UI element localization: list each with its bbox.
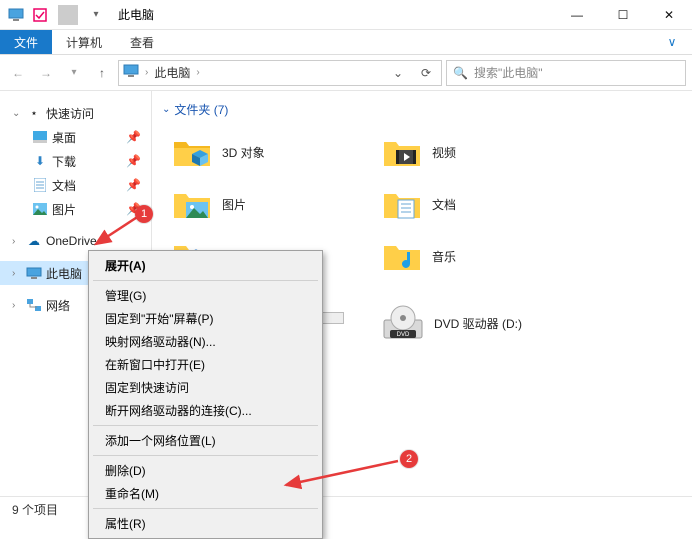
picture-icon: [32, 201, 48, 217]
breadcrumb[interactable]: 此电脑: [154, 64, 190, 81]
context-menu: 展开(A) 管理(G) 固定到"开始"屏幕(P) 映射网络驱动器(N)... 在…: [88, 250, 323, 539]
tree-documents[interactable]: 文档 📌: [0, 173, 151, 197]
minimize-button[interactable]: —: [554, 0, 600, 30]
tree-label: 此电脑: [46, 265, 82, 282]
3d-objects-icon: [172, 132, 212, 172]
desktop-icon: [32, 129, 48, 145]
ctx-map-drive[interactable]: 映射网络驱动器(N)...: [91, 330, 320, 353]
ctx-delete[interactable]: 删除(D): [91, 459, 320, 482]
window-title: 此电脑: [118, 6, 154, 23]
back-button[interactable]: ←: [6, 61, 30, 85]
app-icon: [6, 5, 26, 25]
ctx-new-window[interactable]: 在新窗口中打开(E): [91, 353, 320, 376]
pc-icon: [123, 64, 139, 81]
view-tab[interactable]: 查看: [116, 30, 168, 54]
cloud-icon: ☁: [26, 233, 42, 249]
qat-properties-icon[interactable]: [30, 5, 50, 25]
ctx-disconnect[interactable]: 断开网络驱动器的连接(C)...: [91, 399, 320, 422]
folder-label: 文档: [432, 196, 456, 213]
tree-label: 文档: [52, 177, 76, 194]
tree-desktop[interactable]: 桌面 📌: [0, 125, 151, 149]
ctx-separator: [93, 425, 318, 426]
tree-label: 下载: [52, 153, 76, 170]
callout-2: 2: [400, 450, 418, 468]
pc-icon: [26, 265, 42, 281]
svg-text:DVD: DVD: [397, 332, 410, 338]
folder-videos[interactable]: 视频: [372, 126, 582, 178]
videos-icon: [382, 132, 422, 172]
title-bar: ▾ 此电脑 — ☐ ✕: [0, 0, 692, 30]
pin-icon: 📌: [126, 130, 141, 144]
tree-label: 快速访问: [46, 105, 94, 122]
callout-1: 1: [135, 205, 153, 223]
address-bar[interactable]: › 此电脑 › ⌄ ⟳: [118, 60, 442, 86]
search-input[interactable]: 🔍 搜索"此电脑": [446, 60, 686, 86]
address-dropdown-icon[interactable]: ⌄: [387, 62, 409, 84]
breadcrumb-chevron-icon[interactable]: ›: [196, 67, 199, 78]
maximize-button[interactable]: ☐: [600, 0, 646, 30]
folder-label: 音乐: [432, 248, 456, 265]
pin-icon: 📌: [126, 178, 141, 192]
file-tab[interactable]: 文件: [0, 30, 52, 54]
documents-icon: [382, 184, 422, 224]
ctx-rename[interactable]: 重命名(M): [91, 482, 320, 505]
computer-tab[interactable]: 计算机: [52, 30, 116, 54]
folder-music[interactable]: 音乐: [372, 230, 582, 282]
tree-quick-access[interactable]: ⌄ ⋆ 快速访问: [0, 101, 151, 125]
drive-dvd[interactable]: DVD DVD 驱动器 (D:): [382, 302, 582, 344]
chevron-right-icon[interactable]: ›: [12, 300, 22, 311]
ctx-pin-start[interactable]: 固定到"开始"屏幕(P): [91, 307, 320, 330]
ctx-add-netloc[interactable]: 添加一个网络位置(L): [91, 429, 320, 452]
tree-label: 网络: [46, 297, 70, 314]
pictures-icon: [172, 184, 212, 224]
folder-pictures[interactable]: 图片: [162, 178, 372, 230]
dvd-icon: DVD: [382, 302, 424, 344]
folder-label: 视频: [432, 144, 456, 161]
music-icon: [382, 236, 422, 276]
section-title: 文件夹 (7): [174, 101, 228, 118]
ctx-properties[interactable]: 属性(R): [91, 512, 320, 535]
refresh-icon[interactable]: ⟳: [415, 62, 437, 84]
qat-dropdown-icon[interactable]: ▾: [86, 5, 106, 25]
pin-icon: 📌: [126, 154, 141, 168]
ctx-separator: [93, 508, 318, 509]
tree-label: 图片: [52, 201, 76, 218]
download-icon: ⬇: [32, 153, 48, 169]
folders-section-header[interactable]: ⌄ 文件夹 (7): [162, 101, 682, 118]
ribbon: 文件 计算机 查看 ∨: [0, 30, 692, 55]
nav-bar: ← → ▾ ↑ › 此电脑 › ⌄ ⟳ 🔍 搜索"此电脑": [0, 55, 692, 91]
folder-label: 3D 对象: [222, 144, 265, 161]
recent-dropdown[interactable]: ▾: [62, 61, 86, 85]
status-item-count: 9 个项目: [12, 501, 58, 518]
up-button[interactable]: ↑: [90, 61, 114, 85]
tree-label: 桌面: [52, 129, 76, 146]
ctx-expand[interactable]: 展开(A): [91, 254, 320, 277]
tree-downloads[interactable]: ⬇ 下载 📌: [0, 149, 151, 173]
folder-3d-objects[interactable]: 3D 对象: [162, 126, 372, 178]
drive-label: DVD 驱动器 (D:): [434, 315, 522, 332]
folder-label: 图片: [222, 196, 246, 213]
breadcrumb-chevron-icon[interactable]: ›: [145, 67, 148, 78]
chevron-down-icon: ⌄: [162, 104, 170, 115]
folder-documents[interactable]: 文档: [372, 178, 582, 230]
ctx-pin-quick[interactable]: 固定到快速访问: [91, 376, 320, 399]
forward-button[interactable]: →: [34, 61, 58, 85]
chevron-right-icon[interactable]: ›: [12, 268, 22, 279]
document-icon: [32, 177, 48, 193]
search-placeholder: 搜索"此电脑": [474, 64, 543, 81]
network-icon: [26, 297, 42, 313]
tree-pictures[interactable]: 图片 📌: [0, 197, 151, 221]
close-button[interactable]: ✕: [646, 0, 692, 30]
ctx-separator: [93, 280, 318, 281]
search-icon: 🔍: [453, 66, 468, 80]
star-icon: ⋆: [26, 105, 42, 121]
tree-label: OneDrive: [46, 234, 97, 248]
chevron-down-icon[interactable]: ⌄: [12, 108, 22, 119]
qat-divider: [58, 5, 78, 25]
ctx-manage[interactable]: 管理(G): [91, 284, 320, 307]
chevron-right-icon[interactable]: ›: [12, 236, 22, 247]
ribbon-help-button[interactable]: ∨: [652, 30, 692, 54]
ctx-separator: [93, 455, 318, 456]
